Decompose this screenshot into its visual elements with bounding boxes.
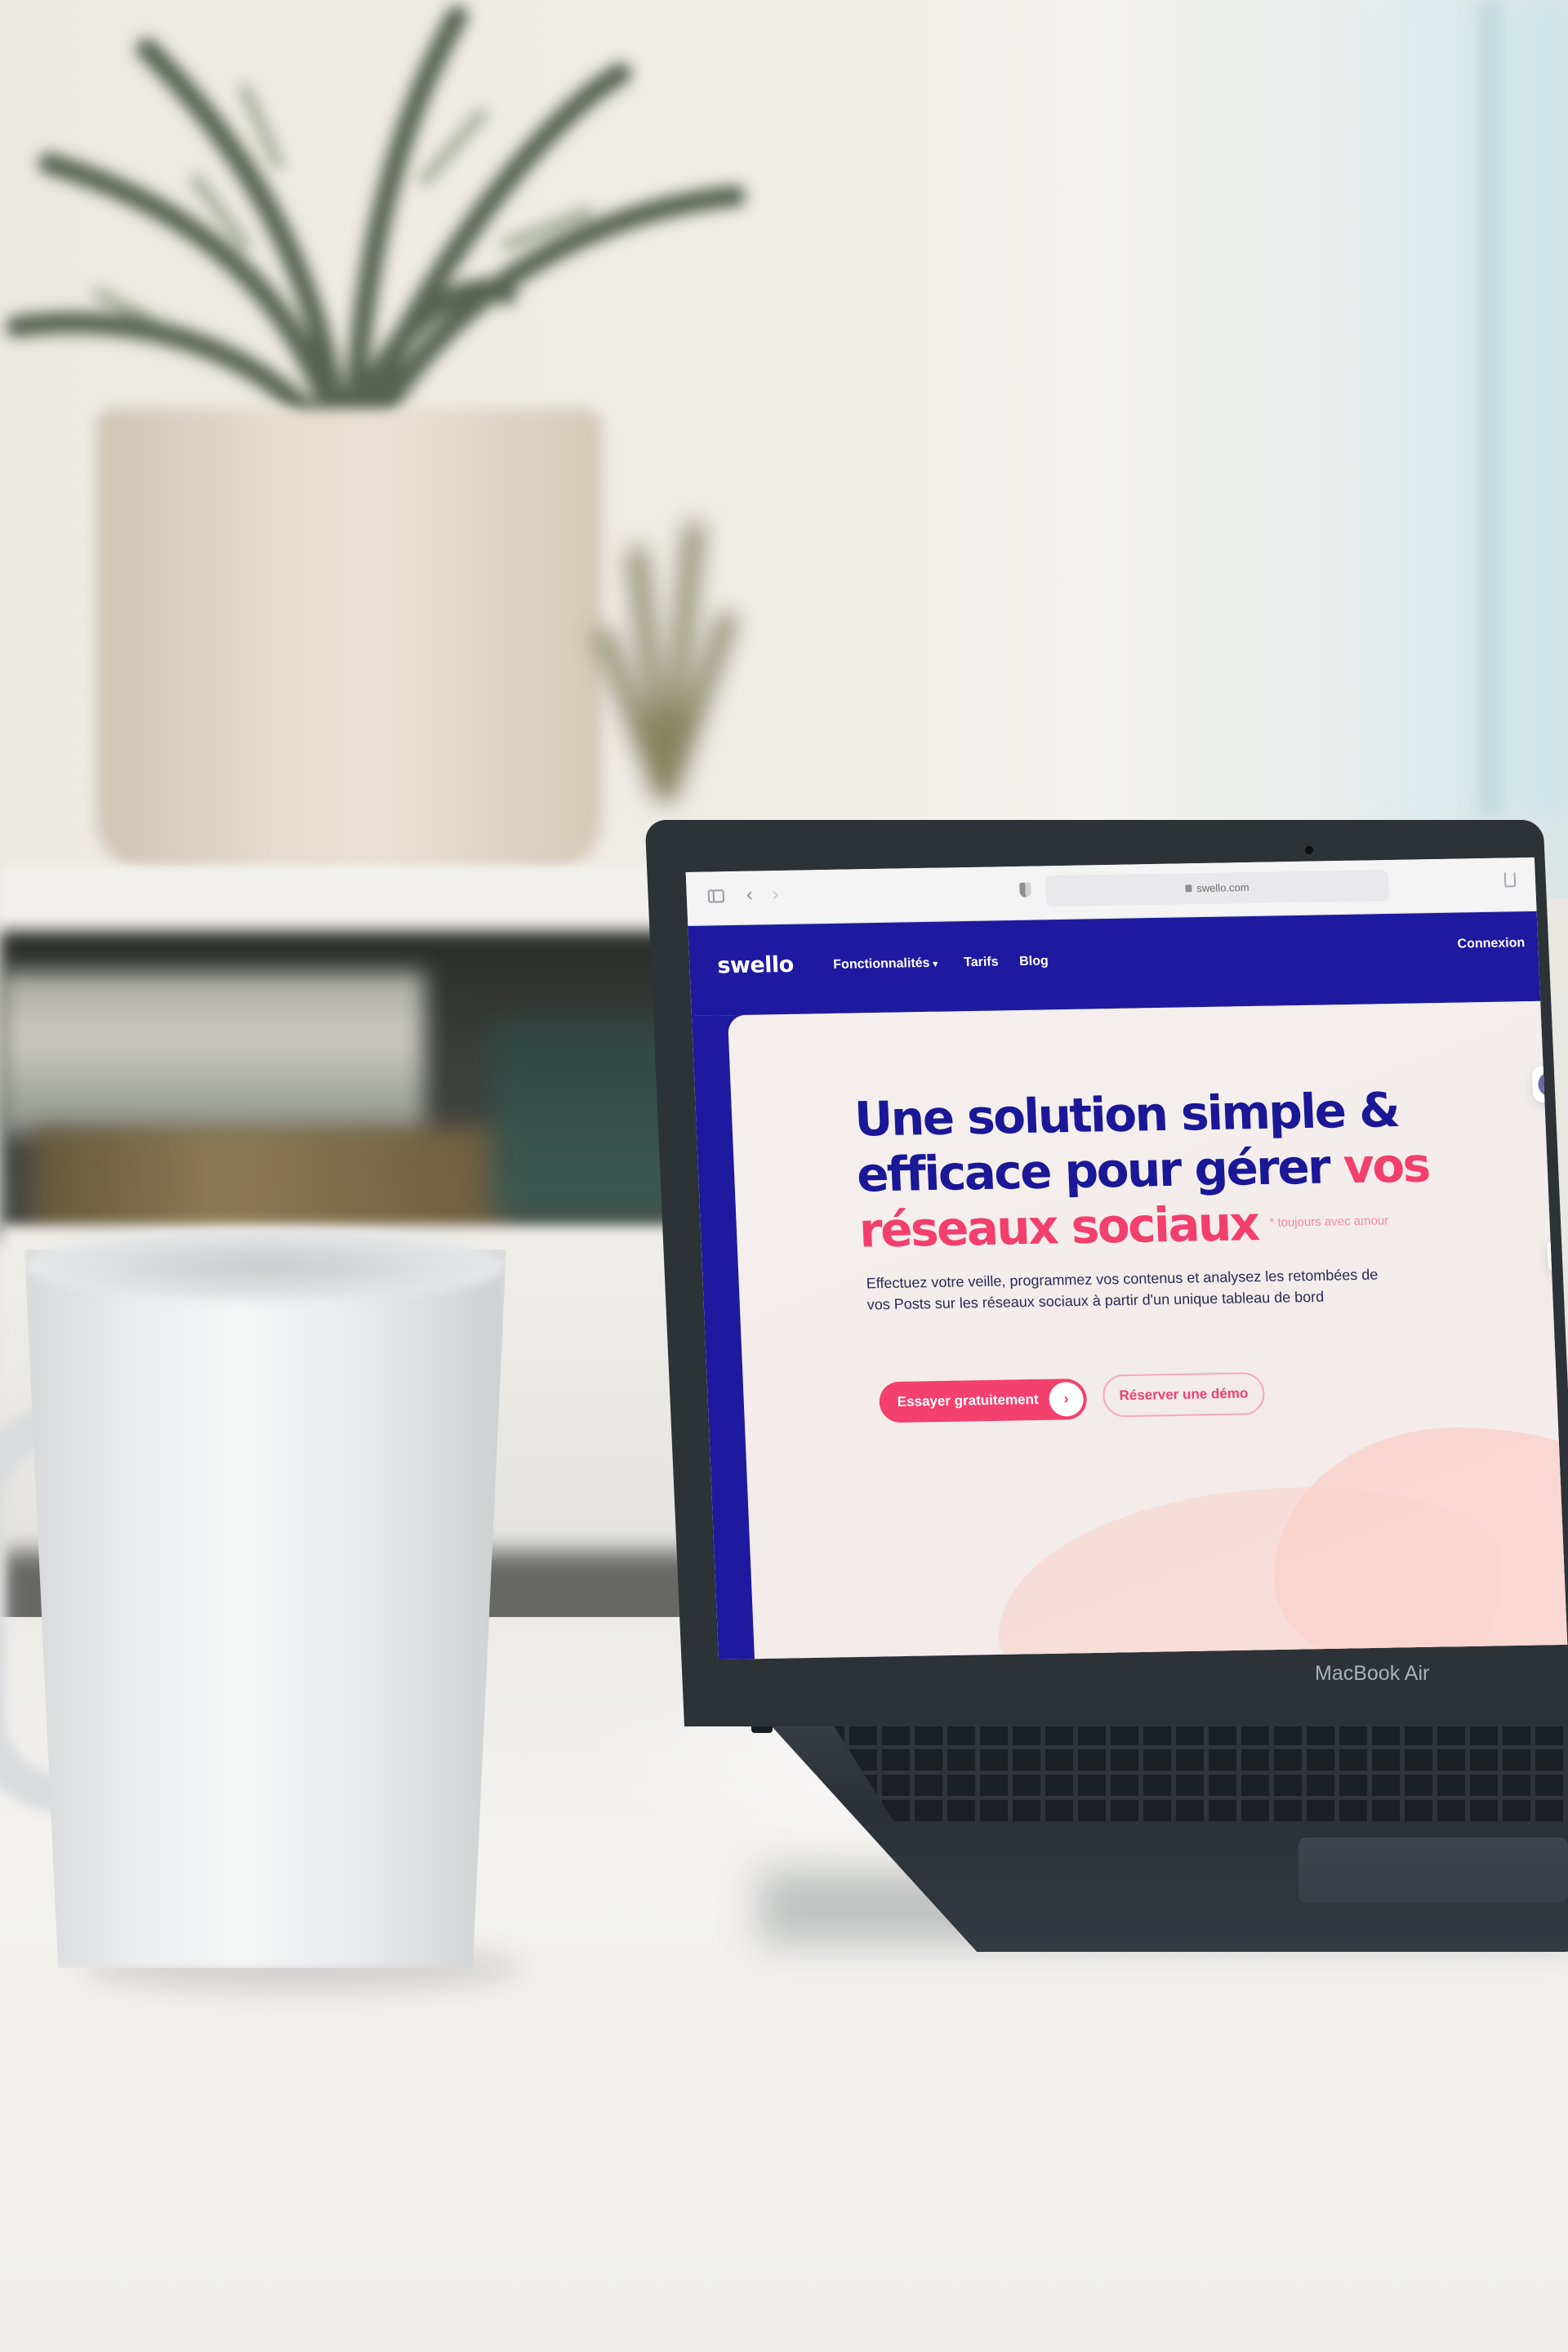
laptop-screen: ‹ › swello.com swello Fonctionnalités ▾ T… xyxy=(685,857,1568,1659)
back-icon[interactable]: ‹ xyxy=(745,883,754,907)
hero-description: Effectuez votre veille, programmez vos c… xyxy=(866,1266,1379,1313)
nav-link-blog[interactable]: Blog xyxy=(1019,954,1049,969)
mug-rim xyxy=(24,1229,506,1303)
nav-link-features-label: Fonctionnalités xyxy=(832,956,930,972)
window-light xyxy=(1356,0,1568,817)
hero-section: Une solution simple & efficace pour gére… xyxy=(691,994,1568,1659)
plant-pot xyxy=(96,408,603,874)
decorative-blob xyxy=(1267,1423,1568,1659)
url-text: swello.com xyxy=(1196,880,1250,895)
book-demo-button[interactable]: Réserver une démo xyxy=(1102,1372,1266,1418)
hero-title-line3: réseaux sociaux xyxy=(858,1196,1259,1258)
nav-link-features[interactable]: Fonctionnalités ▾ xyxy=(833,956,938,973)
hero-note: * toujours avec amour xyxy=(1269,1214,1389,1230)
hero-title-line1: Une solution simple & xyxy=(853,1081,1400,1147)
try-free-button-label: Essayer gratuitement xyxy=(897,1391,1039,1410)
hero-title: Une solution simple & efficace pour gére… xyxy=(853,1080,1481,1258)
address-bar[interactable]: swello.com xyxy=(1045,869,1390,907)
small-plant xyxy=(595,522,736,800)
hero-card: Une solution simple & efficace pour gére… xyxy=(727,994,1568,1659)
arrow-right-icon: › xyxy=(1048,1381,1085,1417)
trackpad xyxy=(1298,1838,1568,1903)
nav-link-pricing[interactable]: Tarifs xyxy=(964,955,999,970)
site-logo[interactable]: swello xyxy=(717,952,795,979)
hero-title-line2: efficace pour gérer xyxy=(855,1138,1345,1203)
login-link[interactable]: Connexion xyxy=(1457,936,1525,951)
forward-icon[interactable]: › xyxy=(771,882,780,906)
lock-icon xyxy=(1185,884,1192,893)
books-stack xyxy=(0,972,425,1135)
try-free-button[interactable]: Essayer gratuitement › xyxy=(878,1378,1088,1423)
shelf-top xyxy=(0,866,719,939)
webcam xyxy=(1305,846,1313,854)
laptop-model-label: MacBook Air xyxy=(1315,1662,1430,1685)
site-header: swello Fonctionnalités ▾ Tarifs Blog Conn… xyxy=(688,911,1541,1016)
share-icon[interactable] xyxy=(1503,872,1517,888)
privacy-shield-icon[interactable] xyxy=(1019,882,1031,898)
hero-title-accent: vos xyxy=(1342,1137,1430,1195)
sidebar-toggle-icon[interactable] xyxy=(707,889,725,903)
coffee-mug xyxy=(24,1250,506,1968)
chevron-down-icon: ▾ xyxy=(933,959,938,969)
window-frame xyxy=(1478,0,1501,817)
